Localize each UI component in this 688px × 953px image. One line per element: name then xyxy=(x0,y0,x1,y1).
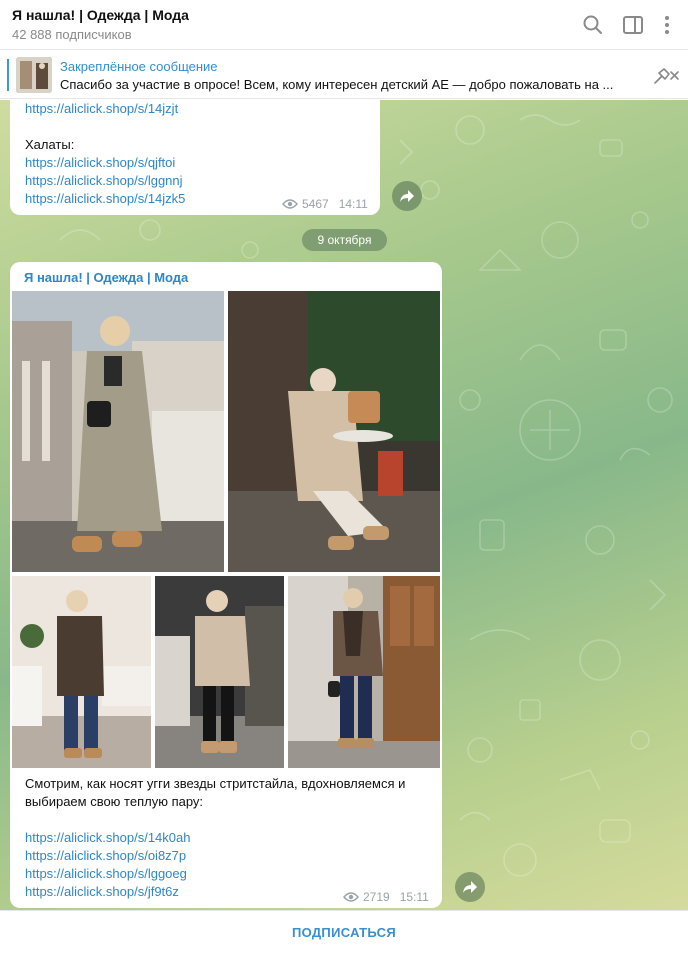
channel-title[interactable]: Я нашла! | Одежда | Мода xyxy=(12,7,189,23)
message-link[interactable]: https://aliclick.shop/s/14jzk5 xyxy=(25,190,185,208)
forward-button[interactable] xyxy=(392,181,422,211)
message-link[interactable]: https://aliclick.shop/s/lggnnj xyxy=(25,172,183,190)
message-bubble: https://aliclick.shop/s/14jzjt Халаты: h… xyxy=(10,100,380,215)
chat-area: https://aliclick.shop/s/14jzjt Халаты: h… xyxy=(0,100,688,910)
pinned-accent-bar xyxy=(7,59,9,91)
pinned-thumbnail xyxy=(16,57,52,93)
message-link[interactable]: https://aliclick.shop/s/14k0ah xyxy=(25,829,190,847)
message-link[interactable]: https://aliclick.shop/s/qjftoi xyxy=(25,154,175,172)
media-photo[interactable] xyxy=(155,576,284,768)
media-photo[interactable] xyxy=(12,576,151,768)
subscriber-count: 42 888 подписчиков xyxy=(12,27,132,42)
date-separator: 9 октября xyxy=(302,229,387,251)
message-text: Смотрим, как носят угги звезды стритстай… xyxy=(25,776,406,809)
search-icon[interactable] xyxy=(581,13,605,37)
pinned-message-bar[interactable]: Закреплённое сообщение Спасибо за участи… xyxy=(0,51,688,99)
message-section-label: Халаты: xyxy=(25,137,75,152)
media-photo[interactable] xyxy=(228,291,440,572)
message-link[interactable]: https://aliclick.shop/s/oi8z7p xyxy=(25,847,186,865)
message-link[interactable]: https://aliclick.shop/s/jf9t6z xyxy=(25,883,179,901)
sidebar-toggle-icon[interactable] xyxy=(621,13,645,37)
message-link[interactable]: https://aliclick.shop/s/lggoeg xyxy=(25,865,187,883)
message-meta: 2719 15:11 xyxy=(343,890,429,904)
forward-button[interactable] xyxy=(455,872,485,902)
views-eye-icon xyxy=(282,199,298,209)
footer-bar: ПОДПИСАТЬСЯ xyxy=(0,910,688,953)
pinned-text: Спасибо за участие в опросе! Всем, кому … xyxy=(60,77,614,92)
message-link[interactable]: https://aliclick.shop/s/14jzjt xyxy=(25,100,178,118)
message-time: 15:11 xyxy=(399,890,429,904)
view-count: 5467 xyxy=(302,197,329,211)
unpin-icon[interactable] xyxy=(652,65,680,87)
media-photo[interactable] xyxy=(288,576,440,768)
subscribe-button[interactable]: ПОДПИСАТЬСЯ xyxy=(0,911,688,953)
message-meta: 5467 14:11 xyxy=(282,197,368,211)
share-arrow-icon xyxy=(463,881,477,893)
pinned-title: Закреплённое сообщение xyxy=(60,59,218,74)
share-arrow-icon xyxy=(400,190,414,202)
message-bubble: Я нашла! | Одежда | Мода Смотрим, как но… xyxy=(10,262,442,908)
message-time: 14:11 xyxy=(338,197,368,211)
media-photo[interactable] xyxy=(12,291,224,572)
chat-header: Я нашла! | Одежда | Мода 42 888 подписчи… xyxy=(0,0,688,50)
view-count: 2719 xyxy=(363,890,390,904)
more-menu-icon[interactable] xyxy=(655,13,679,37)
message-author[interactable]: Я нашла! | Одежда | Мода xyxy=(24,269,188,287)
views-eye-icon xyxy=(343,892,359,902)
